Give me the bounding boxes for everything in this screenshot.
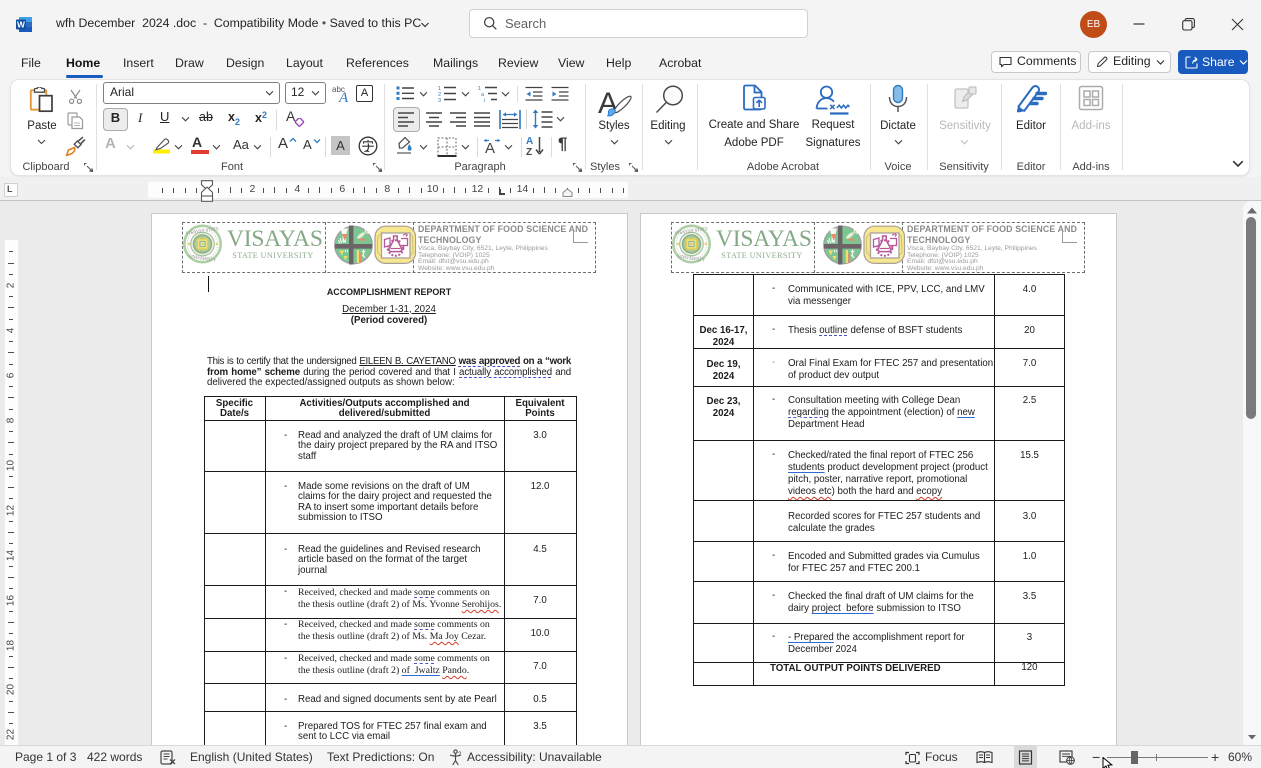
svg-text:?: ? — [458, 752, 462, 758]
